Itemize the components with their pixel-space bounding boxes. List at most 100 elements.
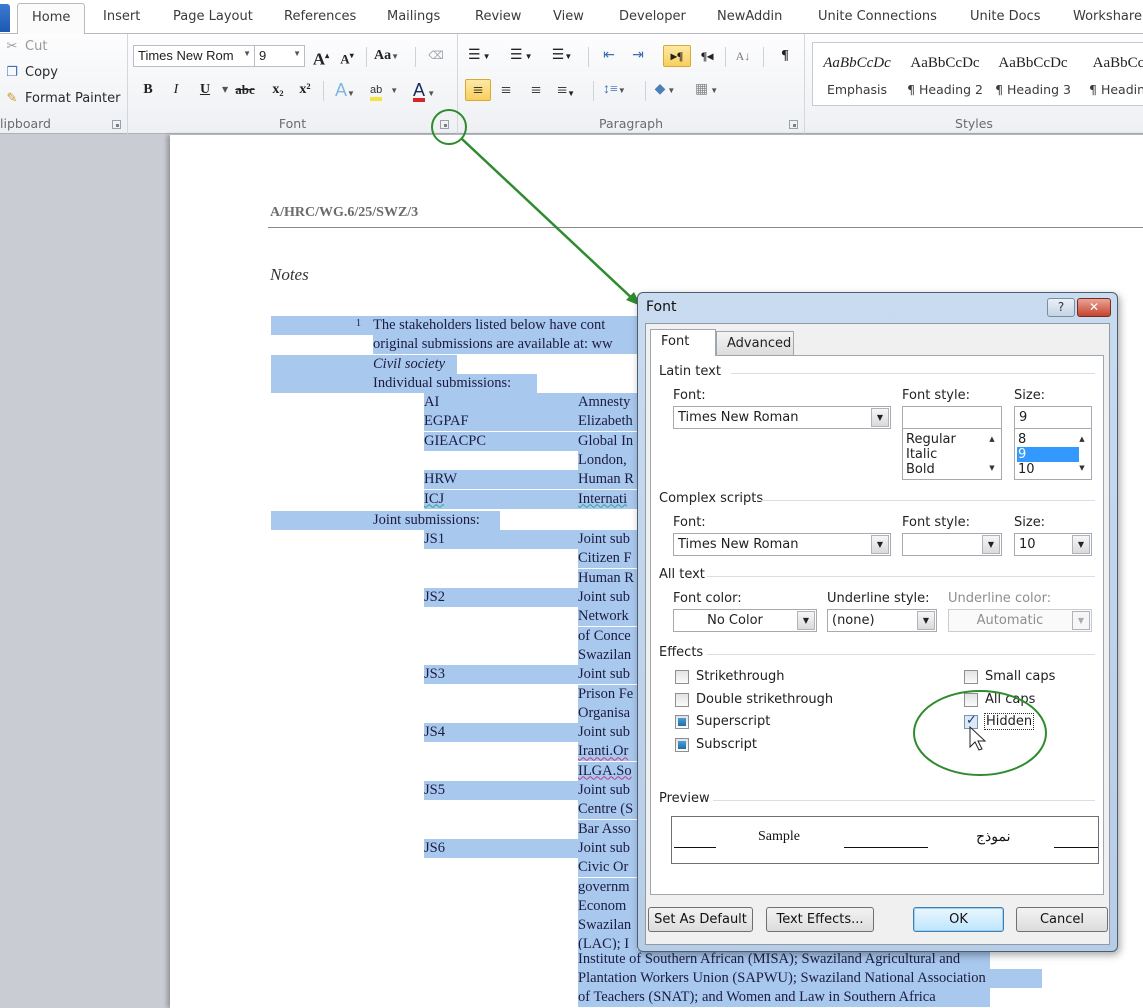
scroll-down-icon[interactable]: ▼ xyxy=(984,464,1000,472)
style-option[interactable]: Bold xyxy=(906,462,935,477)
set-as-default-button[interactable]: Set As Default xyxy=(648,907,753,932)
clipboard-group-label: lipboard xyxy=(0,116,51,131)
tab-page-layout[interactable]: Page Layout xyxy=(173,9,253,24)
align-left-button[interactable]: ≡ xyxy=(465,79,491,101)
superscript-checkbox[interactable]: Superscript xyxy=(675,714,770,729)
file-tab[interactable] xyxy=(0,4,10,32)
size-option[interactable]: 10 xyxy=(1018,462,1035,477)
latin-size-list[interactable]: 8 9 10 ▲ ▼ xyxy=(1014,428,1092,480)
small-caps-checkbox[interactable]: Small caps xyxy=(964,669,1055,684)
tab-home[interactable]: Home xyxy=(17,3,86,35)
tab-developer[interactable]: Developer xyxy=(619,9,686,24)
style-heading-2[interactable]: AaBbCcDc ¶ Heading 2 xyxy=(901,43,989,107)
latin-size-input[interactable]: 9 xyxy=(1014,406,1092,429)
style-option[interactable]: Italic xyxy=(906,447,937,462)
center-button[interactable]: ≡ xyxy=(495,79,517,101)
left-to-right-button[interactable]: ▸¶ xyxy=(663,45,691,67)
footnote-line: The stakeholders listed below have cont xyxy=(373,317,606,333)
size-option[interactable]: 8 xyxy=(1018,432,1026,447)
justify-button[interactable]: ≡▼ xyxy=(555,79,577,101)
italic-button[interactable]: I xyxy=(165,79,187,101)
divider xyxy=(731,373,1095,374)
underline-dropdown-icon[interactable]: ▼ xyxy=(222,79,228,101)
complex-font-select[interactable]: Times New Roman ▼ xyxy=(673,533,891,556)
clear-formatting-icon[interactable]: ⌫ xyxy=(425,45,447,67)
double-strikethrough-checkbox[interactable]: Double strikethrough xyxy=(675,692,833,707)
strikethrough-checkbox[interactable]: Strikethrough xyxy=(675,669,784,684)
format-painter-button[interactable]: ✎ Format Painter xyxy=(4,90,121,106)
underline-button[interactable]: U xyxy=(194,79,216,101)
tab-insert[interactable]: Insert xyxy=(103,9,140,24)
paragraph-launcher-icon[interactable] xyxy=(789,120,798,129)
sort-button[interactable]: A↓ xyxy=(732,45,754,67)
bold-button[interactable]: B xyxy=(137,79,159,101)
bullets-button[interactable]: ☰ ▼ xyxy=(468,45,490,67)
cut-button[interactable]: ✂ Cut xyxy=(4,39,48,54)
subscript-checkbox[interactable]: Subscript xyxy=(675,737,757,752)
multilevel-list-button[interactable]: ☰▼ xyxy=(551,45,573,67)
scroll-up-icon[interactable]: ▲ xyxy=(1074,435,1090,443)
tab-unite-connections[interactable]: Unite Connections xyxy=(818,9,937,24)
latin-style-input[interactable] xyxy=(902,406,1002,429)
decrease-indent-button[interactable]: ⇤ xyxy=(598,45,620,67)
right-to-left-button[interactable]: ¶◂ xyxy=(696,45,718,67)
ok-button[interactable]: OK xyxy=(913,907,1004,932)
borders-button[interactable]: ▦ ▼ xyxy=(695,79,718,101)
borders-icon: ▦ xyxy=(695,82,709,97)
scroll-up-icon[interactable]: ▲ xyxy=(984,435,1000,443)
text-effects-button[interactable]: A▼ xyxy=(334,79,356,101)
copy-button[interactable]: ❐ Copy xyxy=(4,65,58,80)
font-color-select[interactable]: No Color ▼ xyxy=(673,609,817,632)
tab-review[interactable]: Review xyxy=(475,9,521,24)
close-button[interactable]: ✕ xyxy=(1077,298,1111,317)
superscript-button[interactable]: x² xyxy=(294,79,316,101)
show-hide-marks-button[interactable]: ¶ xyxy=(774,45,796,67)
clipboard-launcher-icon[interactable] xyxy=(112,120,121,129)
shrink-font-button[interactable]: A▾ xyxy=(336,45,358,67)
help-button[interactable]: ? xyxy=(1047,298,1075,317)
latin-style-list[interactable]: Regular Italic Bold ▲ ▼ xyxy=(902,428,1002,480)
tab-newaddin[interactable]: NewAddin xyxy=(717,9,782,24)
style-heading-3[interactable]: AaBbCcDc ¶ Heading 3 xyxy=(989,43,1077,107)
tab-unite-docs[interactable]: Unite Docs xyxy=(970,9,1040,24)
dialog-title: Font xyxy=(646,299,677,315)
font-name-combo[interactable]: Times New Rom ▼ xyxy=(133,45,255,67)
submission-name: Elizabeth xyxy=(578,413,633,430)
paintbrush-icon: ✎ xyxy=(6,90,18,106)
complex-style-select[interactable]: ▼ xyxy=(902,533,1002,556)
tab-advanced[interactable]: Advanced xyxy=(716,331,794,355)
text-effects-button[interactable]: Text Effects... xyxy=(766,907,874,932)
paragraph-group-label: Paragraph xyxy=(598,116,664,131)
style-option[interactable]: Regular xyxy=(906,432,956,447)
font-color-button[interactable]: A ▼ xyxy=(413,79,435,102)
numbering-button[interactable]: ☰ ▼ xyxy=(510,45,532,67)
submission-line: Joint sub xyxy=(578,589,630,605)
tab-mailings[interactable]: Mailings xyxy=(387,9,440,24)
change-case-button[interactable]: Aa▼ xyxy=(374,45,399,67)
complex-size-select[interactable]: 10 ▼ xyxy=(1014,533,1092,556)
tab-view[interactable]: View xyxy=(553,9,584,24)
highlight-button[interactable]: ab ▼ xyxy=(370,79,398,101)
size-option-selected[interactable]: 9 xyxy=(1017,447,1079,462)
align-right-button[interactable]: ≡ xyxy=(525,79,547,101)
line-spacing-button[interactable]: ↕≡▼ xyxy=(603,79,626,101)
style-heading[interactable]: AaBbCcI ¶ Heading xyxy=(1077,43,1143,107)
separator xyxy=(415,47,416,67)
tab-workshare[interactable]: Workshare xyxy=(1073,9,1142,24)
font-dialog-launcher-icon[interactable] xyxy=(440,120,449,129)
grow-font-button[interactable]: A▴ xyxy=(310,45,332,69)
hidden-checkbox[interactable]: Hidden xyxy=(964,713,1035,730)
scroll-down-icon[interactable]: ▼ xyxy=(1074,464,1090,472)
subscript-button[interactable]: x₂ xyxy=(267,79,289,101)
tab-references[interactable]: References xyxy=(284,9,356,24)
font-size-combo[interactable]: 9 ▼ xyxy=(254,45,305,67)
all-caps-checkbox[interactable]: All caps xyxy=(964,692,1035,707)
tab-font[interactable]: Font xyxy=(650,329,716,356)
increase-indent-button[interactable]: ⇥ xyxy=(627,45,649,67)
shading-button[interactable]: ◆ ▼ xyxy=(654,79,676,101)
underline-style-select[interactable]: (none) ▼ xyxy=(827,609,937,632)
style-emphasis[interactable]: AaBbCcDc Emphasis xyxy=(813,43,901,107)
strikethrough-button[interactable]: abc xyxy=(234,79,256,101)
latin-font-select[interactable]: Times New Roman ▼ xyxy=(673,406,891,429)
cancel-button[interactable]: Cancel xyxy=(1016,907,1108,932)
